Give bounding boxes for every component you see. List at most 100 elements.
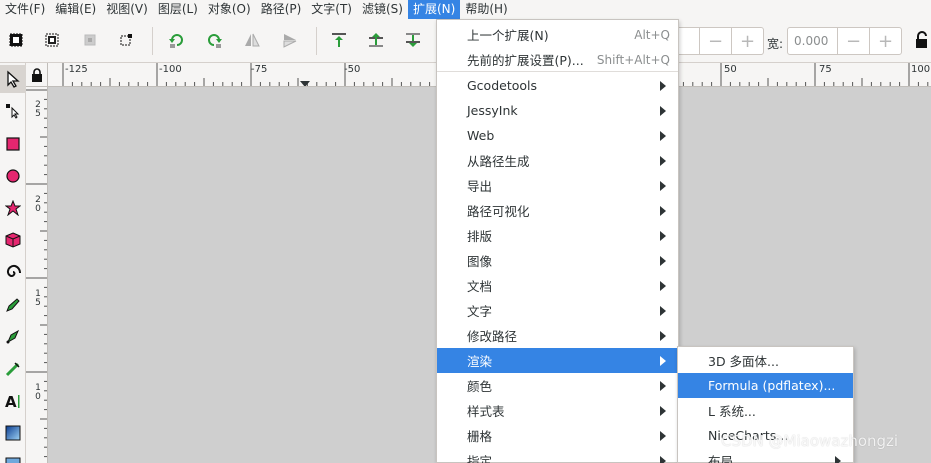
- rotate-cw-icon[interactable]: [205, 31, 223, 49]
- submenu-arrow-icon: [660, 81, 666, 91]
- shortcut-label: Shift+Alt+Q: [596, 53, 670, 67]
- toolbar-separator: [152, 27, 153, 55]
- menu-item-previous-extension[interactable]: 上一个扩展(N) Alt+Q: [437, 22, 678, 47]
- menu-extensions[interactable]: 扩展(N): [407, 0, 461, 19]
- select-all-layers-icon[interactable]: [43, 31, 61, 49]
- submenu-item-formula-pdflatex[interactable]: Formula (pdflatex)...: [678, 373, 853, 398]
- submenu-item-l-system[interactable]: L 系统...: [678, 398, 853, 423]
- ruler-label: 25: [35, 100, 41, 119]
- ruler-label: 100: [911, 64, 931, 75]
- lower-icon[interactable]: [404, 31, 422, 49]
- menu-layer[interactable]: 图层(L): [153, 0, 203, 19]
- submenu-arrow-icon: [660, 256, 666, 266]
- menu-item-text[interactable]: 文字: [437, 298, 678, 323]
- menu-item-render[interactable]: 渲染: [437, 348, 678, 373]
- submenu-arrow-icon: [660, 156, 666, 166]
- pencil-tool-icon[interactable]: [0, 291, 26, 319]
- bbox-icon[interactable]: [117, 31, 135, 49]
- menu-separator: [437, 71, 678, 72]
- pen-tool-icon[interactable]: [0, 323, 26, 351]
- menu-item-jessyink[interactable]: JessyInk: [437, 98, 678, 123]
- submenu-arrow-icon: [660, 106, 666, 116]
- menu-item-visualize-path[interactable]: 路径可视化: [437, 198, 678, 223]
- menu-item-typography[interactable]: 排版: [437, 223, 678, 248]
- submenu-arrow-icon: [660, 381, 666, 391]
- flip-vertical-icon[interactable]: [281, 31, 299, 49]
- toolbox: A: [0, 63, 26, 463]
- submenu-arrow-icon: [835, 456, 841, 463]
- ruler-label: 10: [35, 383, 41, 402]
- menu-item-modify-path[interactable]: 修改路径: [437, 323, 678, 348]
- ruler-label: 20: [35, 195, 41, 214]
- ruler-label: 75: [819, 64, 832, 75]
- ruler-label: -75: [251, 64, 268, 75]
- menu-item-arrange[interactable]: 指定: [437, 448, 678, 463]
- menu-view[interactable]: 视图(V): [101, 0, 153, 19]
- ruler-lock-icon[interactable]: [26, 63, 48, 87]
- submenu-arrow-icon: [660, 281, 666, 291]
- menu-text[interactable]: 文字(T): [306, 0, 357, 19]
- shortcut-label: Alt+Q: [634, 28, 670, 42]
- menu-item-generate-from-path[interactable]: 从路径生成: [437, 148, 678, 173]
- rotate-ccw-icon[interactable]: [168, 31, 186, 49]
- ruler-label: -100: [159, 64, 182, 75]
- height-input[interactable]: − +: [672, 27, 764, 55]
- ellipse-tool-icon[interactable]: [0, 162, 26, 190]
- select-all-icon[interactable]: [7, 31, 25, 49]
- spiral-tool-icon[interactable]: [0, 258, 26, 286]
- extensions-menu: 上一个扩展(N) Alt+Q 先前的扩展设置(P)... Shift+Alt+Q G…: [436, 19, 679, 463]
- menu-item-export[interactable]: 导出: [437, 173, 678, 198]
- width-plus-button[interactable]: +: [869, 28, 901, 54]
- node-tool-icon[interactable]: [0, 96, 26, 124]
- width-minus-button[interactable]: −: [837, 28, 869, 54]
- lock-ratio-icon[interactable]: [912, 31, 930, 49]
- submenu-arrow-icon: [660, 181, 666, 191]
- menu-file[interactable]: 文件(F): [0, 0, 50, 19]
- star-tool-icon[interactable]: [0, 194, 26, 222]
- menu-path[interactable]: 路径(P): [256, 0, 307, 19]
- submenu-arrow-icon: [660, 231, 666, 241]
- ruler-label: 15: [35, 289, 41, 308]
- menu-item-document[interactable]: 文档: [437, 273, 678, 298]
- menu-edit[interactable]: 编辑(E): [50, 0, 101, 19]
- menu-item-stylesheet[interactable]: 样式表: [437, 398, 678, 423]
- text-tool-icon[interactable]: A: [0, 387, 26, 415]
- submenu-arrow-icon: [660, 206, 666, 216]
- menu-item-raster[interactable]: 栅格: [437, 423, 678, 448]
- menu-item-gcodetools[interactable]: Gcodetools: [437, 73, 678, 98]
- raise-to-top-icon[interactable]: [330, 31, 348, 49]
- menu-item-previous-extension-settings[interactable]: 先前的扩展设置(P)... Shift+Alt+Q: [437, 47, 678, 72]
- submenu-arrow-icon: [660, 456, 666, 463]
- ruler-label: 50: [724, 64, 737, 75]
- gradient-tool-icon[interactable]: [0, 419, 26, 447]
- width-value: 0.000: [794, 34, 829, 48]
- watermark: CSDN @Miaowazhongzi: [721, 432, 899, 450]
- svg-text:A: A: [5, 393, 17, 410]
- submenu-arrow-icon: [660, 331, 666, 341]
- menu-filters[interactable]: 滤镜(S): [357, 0, 408, 19]
- ruler-label: -125: [65, 64, 88, 75]
- flip-horizontal-icon[interactable]: [243, 31, 261, 49]
- calligraphy-tool-icon[interactable]: [0, 355, 26, 383]
- submenu-arrow-icon: [660, 406, 666, 416]
- submenu-arrow-icon: [660, 131, 666, 141]
- submenu-arrow-icon: [660, 306, 666, 316]
- menu-bar: 文件(F) 编辑(E) 视图(V) 图层(L) 对象(O) 路径(P) 文字(T…: [0, 0, 931, 19]
- rectangle-tool-icon[interactable]: [0, 130, 26, 158]
- height-minus-button[interactable]: −: [699, 28, 731, 54]
- submenu-item-layout[interactable]: 布局: [678, 448, 853, 463]
- submenu-item-3d-polyhedron[interactable]: 3D 多面体...: [678, 348, 853, 373]
- ruler-label: -50: [344, 64, 361, 75]
- deselect-icon[interactable]: [81, 31, 99, 49]
- selector-tool-icon[interactable]: [0, 65, 26, 93]
- menu-item-images[interactable]: 图像: [437, 248, 678, 273]
- menu-help[interactable]: 帮助(H): [460, 0, 512, 19]
- width-input[interactable]: 0.000 − +: [787, 27, 902, 55]
- mesh-tool-icon[interactable]: [0, 451, 26, 463]
- 3d-box-tool-icon[interactable]: [0, 226, 26, 254]
- menu-item-web[interactable]: Web: [437, 123, 678, 148]
- menu-object[interactable]: 对象(O): [203, 0, 256, 19]
- raise-icon[interactable]: [367, 31, 385, 49]
- height-plus-button[interactable]: +: [731, 28, 763, 54]
- menu-item-color[interactable]: 颜色: [437, 373, 678, 398]
